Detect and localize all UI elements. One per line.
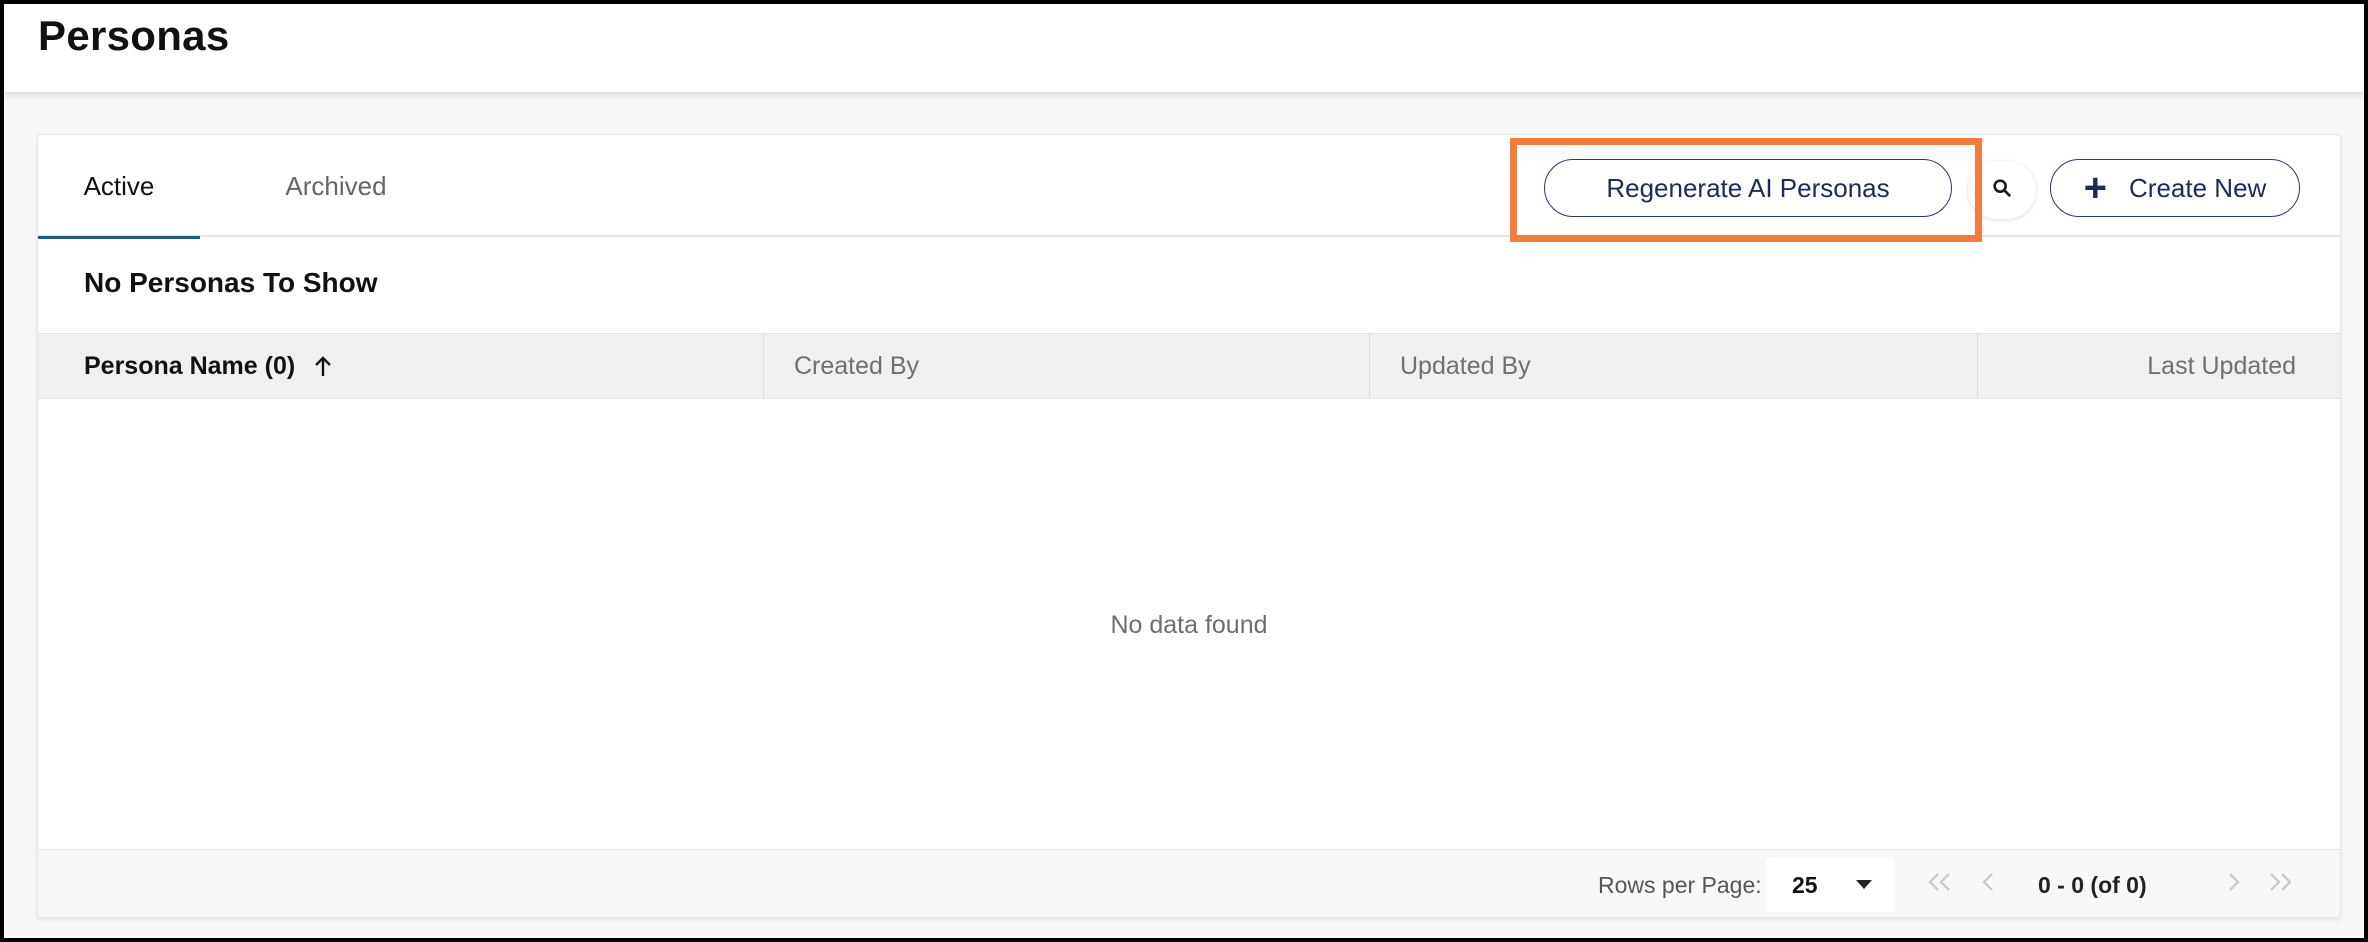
next-page-button[interactable] <box>2214 850 2254 917</box>
chevron-right-icon <box>2224 868 2244 902</box>
first-page-button[interactable] <box>1920 850 1960 917</box>
pagination-status: 0 - 0 (of 0) <box>2038 871 2147 898</box>
table-empty-message: No data found <box>1110 610 1268 639</box>
double-chevron-right-icon <box>2265 868 2295 902</box>
column-header-label: Persona Name (0) <box>84 351 296 380</box>
personas-card: Active Archived Regenerate AI Personas +… <box>37 134 2341 918</box>
chevron-down-icon <box>1856 880 1872 889</box>
rows-per-page-select[interactable]: 25 <box>1766 858 1894 912</box>
double-chevron-left-icon <box>1925 868 1955 902</box>
plus-icon: + <box>2083 166 2108 210</box>
rows-per-page-value: 25 <box>1792 871 1818 898</box>
tab-active[interactable]: Active <box>38 135 200 239</box>
search-icon <box>1991 177 2013 204</box>
create-new-label: Create New <box>2129 172 2267 203</box>
column-header-updated-by[interactable]: Updated By <box>1370 334 1978 398</box>
page-title: Personas <box>38 12 230 59</box>
search-button[interactable] <box>1968 161 2036 219</box>
app-frame: Personas Active Archived Regenerate AI P… <box>4 4 2364 938</box>
regenerate-ai-personas-button[interactable]: Regenerate AI Personas <box>1544 159 1952 217</box>
sort-ascending-icon <box>313 354 333 378</box>
rows-per-page-label: Rows per Page: <box>1598 871 1762 898</box>
previous-page-button[interactable] <box>1968 850 2008 917</box>
column-header-last-updated[interactable]: Last Updated <box>1978 334 2340 398</box>
page-header: Personas <box>4 4 2364 92</box>
column-header-persona-name[interactable]: Persona Name (0) <box>38 334 764 398</box>
table-footer: Rows per Page: 25 0 - 0 (of 0) <box>38 849 2340 917</box>
column-header-created-by[interactable]: Created By <box>764 334 1370 398</box>
last-page-button[interactable] <box>2260 850 2300 917</box>
table-header: Persona Name (0) Created By Updated By L… <box>38 333 2340 399</box>
chevron-left-icon <box>1978 868 1998 902</box>
tab-bar: Active Archived Regenerate AI Personas +… <box>38 135 2340 239</box>
create-new-button[interactable]: + Create New <box>2050 159 2300 217</box>
tab-archived[interactable]: Archived <box>238 135 434 237</box>
empty-state-title: No Personas To Show <box>84 267 378 298</box>
